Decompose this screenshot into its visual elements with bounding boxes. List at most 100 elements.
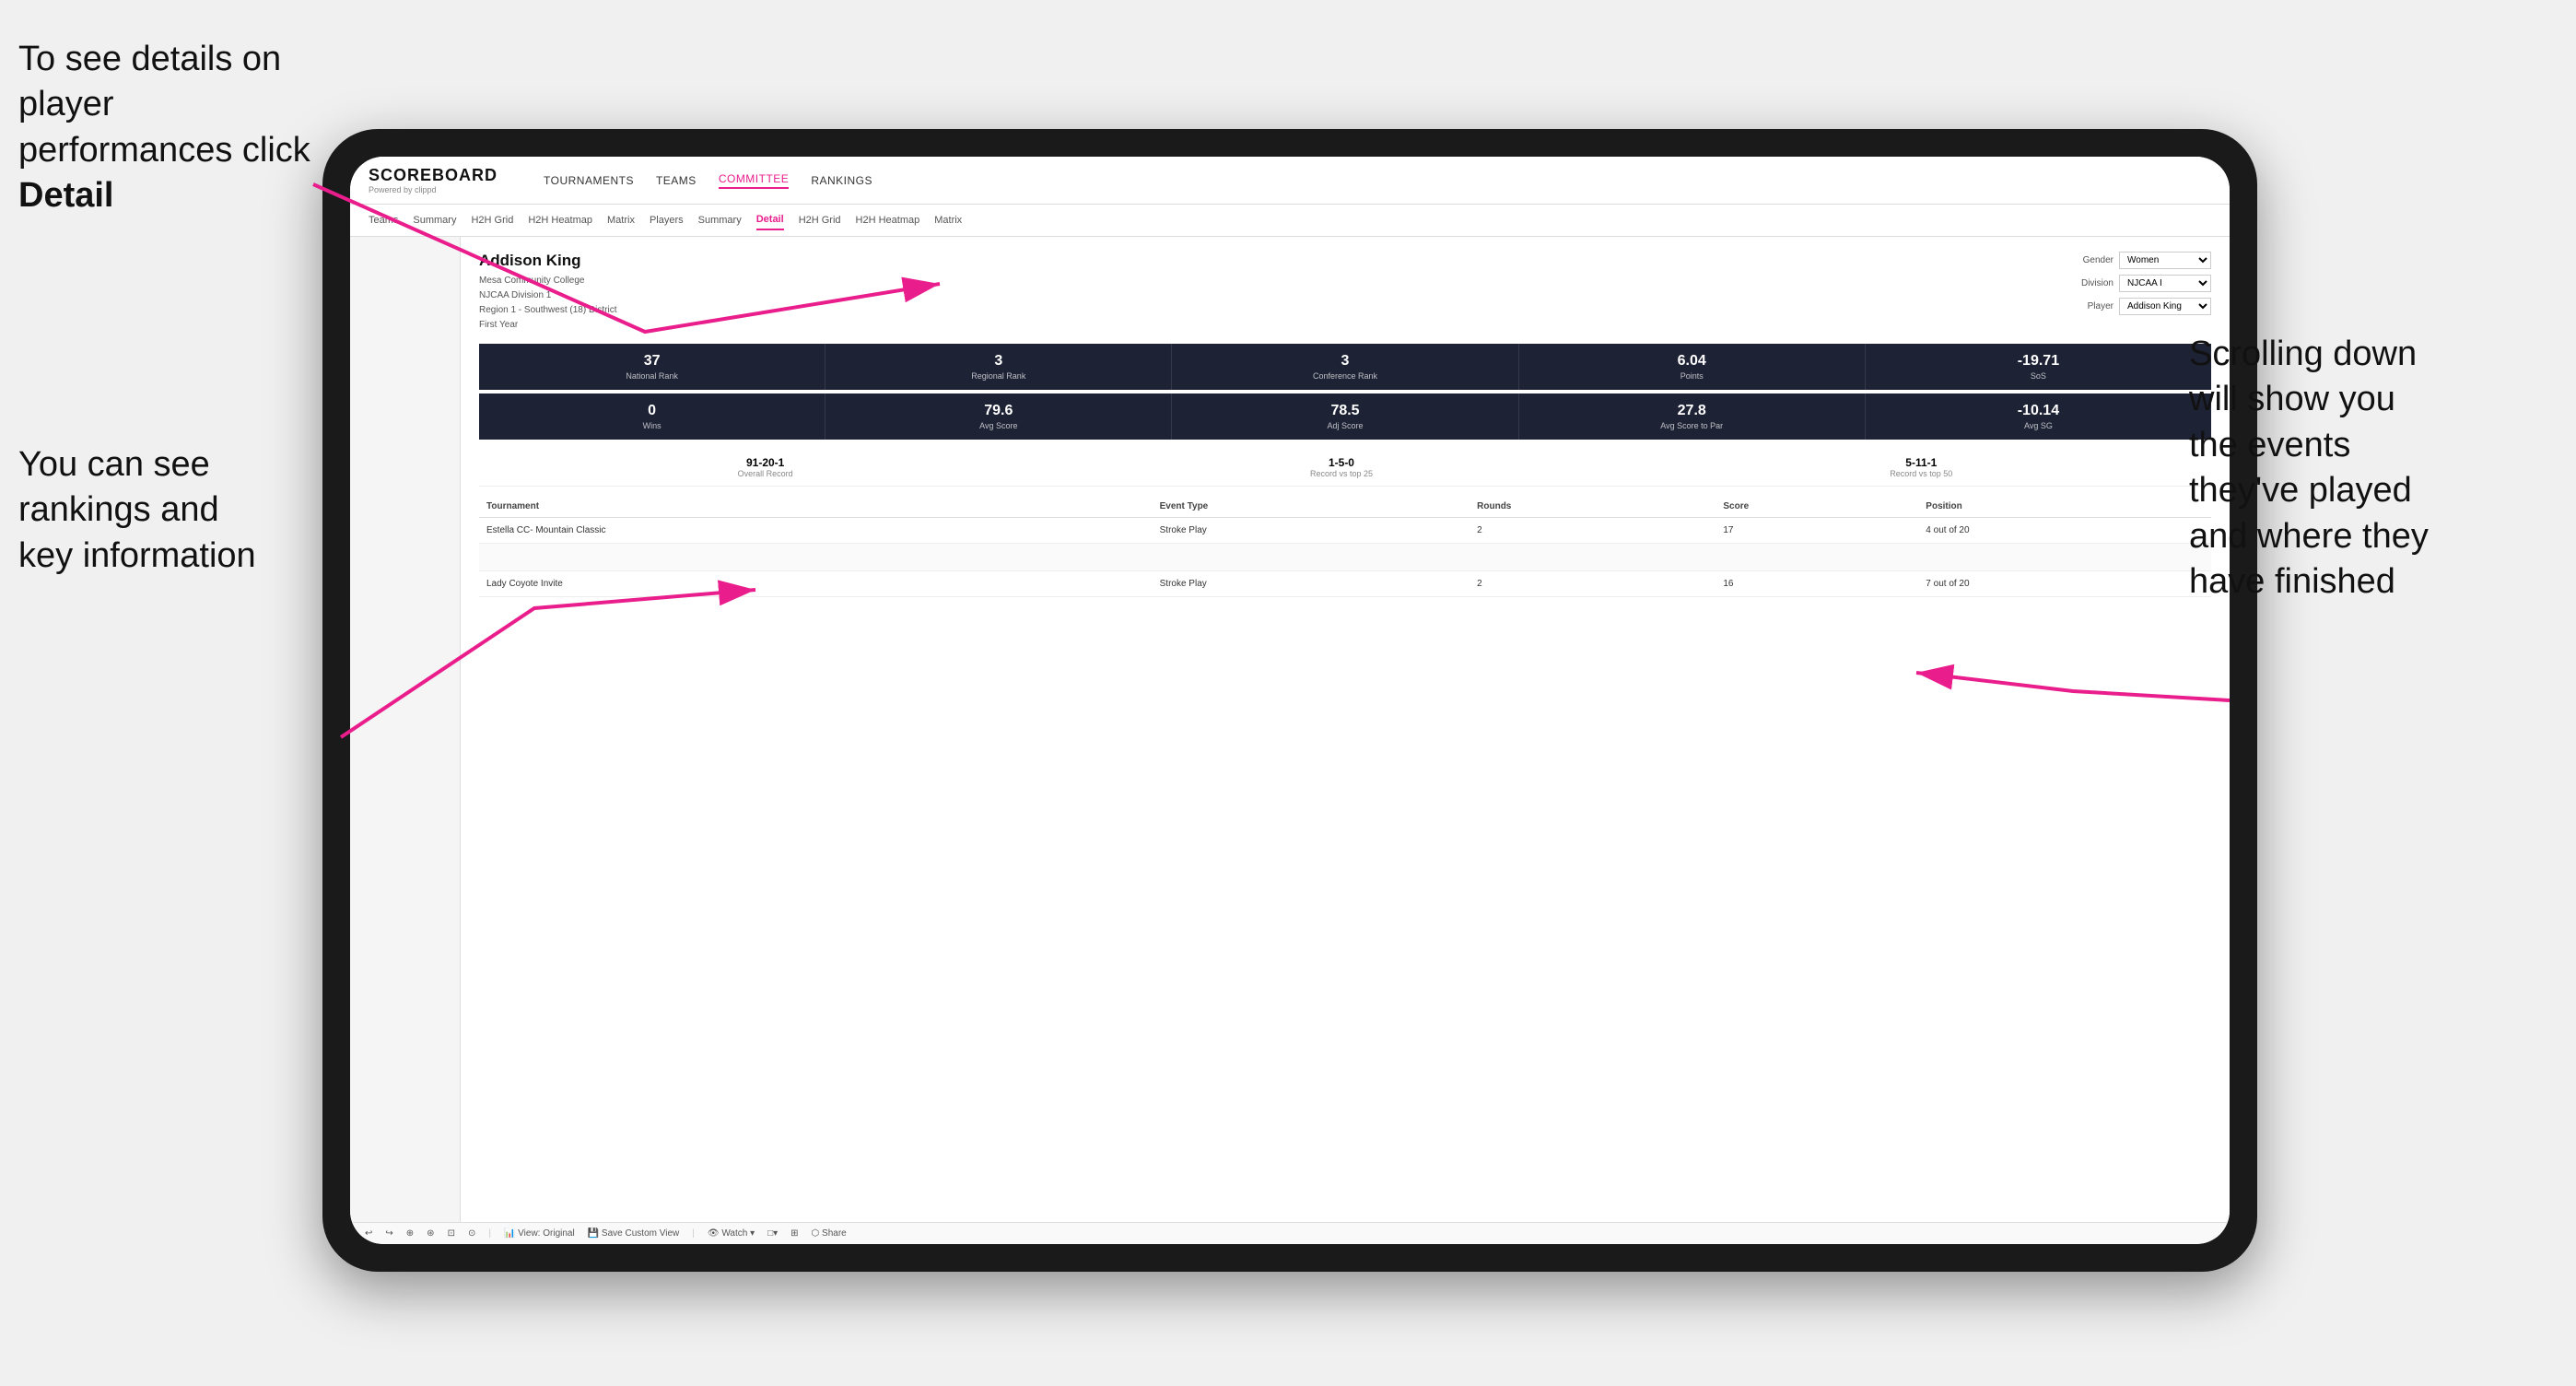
stats-row2: 0 Wins 79.6 Avg Score 78.5 Adj Score 2	[479, 393, 2211, 440]
wins-value: 0	[486, 403, 817, 419]
tab-matrix[interactable]: Matrix	[607, 211, 635, 229]
avg-score-to-par-value: 27.8	[1527, 403, 1857, 419]
logo-area: SCOREBOARD Powered by clippd	[369, 166, 498, 194]
overall-record-label: Overall Record	[738, 469, 793, 478]
col-position: Position	[1918, 496, 2211, 518]
stat-regional-rank: 3 Regional Rank	[825, 344, 1172, 390]
records-row: 91-20-1 Overall Record 1-5-0 Record vs t…	[479, 449, 2211, 487]
player-select[interactable]: Addison King	[2119, 298, 2211, 315]
stat-avg-score-to-par: 27.8 Avg Score to Par	[1519, 393, 1866, 440]
points-value: 6.04	[1527, 353, 1857, 370]
score: 17	[1715, 518, 1918, 544]
regional-rank-value: 3	[833, 353, 1164, 370]
col-score: Score	[1715, 496, 1918, 518]
conference-rank-value: 3	[1179, 353, 1510, 370]
toolbar-screen[interactable]: □▾	[767, 1228, 778, 1239]
toolbar-watch[interactable]: 👁 Watch ▾	[708, 1228, 755, 1239]
tab-h2h-heatmap[interactable]: H2H Heatmap	[528, 211, 592, 229]
tab-detail[interactable]: Detail	[756, 210, 784, 230]
main-content: Addison King Mesa Community College NJCA…	[350, 237, 2230, 1222]
event-type: Stroke Play	[1153, 518, 1470, 544]
tab-players[interactable]: Players	[650, 211, 684, 229]
annotation-right: Scrolling downwill show youthe eventsthe…	[2189, 332, 2558, 605]
top50-record-value: 5-11-1	[1890, 456, 1952, 469]
player-filter-label: Player	[2088, 301, 2113, 311]
toolbar-sep2: |	[692, 1228, 695, 1239]
player-school: Mesa Community College	[479, 274, 617, 288]
toolbar-layout[interactable]: ⊡	[448, 1228, 455, 1239]
table-row: Lady Coyote Invite Stroke Play 2 16 7 ou…	[479, 571, 2211, 597]
score: 16	[1715, 571, 1918, 597]
position: 7 out of 20	[1918, 571, 2211, 597]
toolbar-view-original[interactable]: 📊 View: Original	[504, 1228, 575, 1239]
avg-sg-value: -10.14	[1873, 403, 2204, 419]
rounds: 2	[1469, 518, 1715, 544]
national-rank-value: 37	[486, 353, 817, 370]
toolbar-undo[interactable]: ↩	[365, 1228, 372, 1239]
overall-record-value: 91-20-1	[738, 456, 793, 469]
division-select[interactable]: NJCAA I NJCAA II	[2119, 275, 2211, 292]
tournament-name: Estella CC- Mountain Classic	[479, 518, 1153, 544]
left-sidebar	[350, 237, 461, 1222]
stat-adj-score: 78.5 Adj Score	[1172, 393, 1518, 440]
tab-summary2[interactable]: Summary	[698, 211, 742, 229]
division-filter-row: Division NJCAA I NJCAA II	[2081, 275, 2211, 292]
tab-h2h-heatmap2[interactable]: H2H Heatmap	[856, 211, 920, 229]
adj-score-label: Adj Score	[1179, 421, 1510, 430]
stat-sos: -19.71 SoS	[1866, 344, 2211, 390]
stat-points: 6.04 Points	[1519, 344, 1866, 390]
top25-record: 1-5-0 Record vs top 25	[1310, 456, 1373, 478]
nav-committee[interactable]: COMMITTEE	[719, 172, 790, 189]
overall-record: 91-20-1 Overall Record	[738, 456, 793, 478]
top25-record-label: Record vs top 25	[1310, 469, 1373, 478]
player-filter-row: Player Addison King	[2088, 298, 2211, 315]
player-panel: Addison King Mesa Community College NJCA…	[461, 237, 2230, 1222]
gender-label: Gender	[2083, 255, 2113, 265]
top-nav: SCOREBOARD Powered by clippd TOURNAMENTS…	[350, 157, 2230, 205]
tab-matrix2[interactable]: Matrix	[934, 211, 962, 229]
avg-sg-label: Avg SG	[1873, 421, 2204, 430]
toolbar-redo[interactable]: ↪	[385, 1228, 392, 1239]
player-division: NJCAA Division 1	[479, 288, 617, 303]
sos-label: SoS	[1873, 371, 2204, 381]
table-row-empty	[479, 544, 2211, 571]
stat-conference-rank: 3 Conference Rank	[1172, 344, 1518, 390]
tab-summary[interactable]: Summary	[413, 211, 456, 229]
division-label: Division	[2081, 278, 2113, 288]
adj-score-value: 78.5	[1179, 403, 1510, 419]
tab-teams[interactable]: Teams	[369, 211, 398, 229]
col-tournament: Tournament	[479, 496, 1153, 518]
sos-value: -19.71	[1873, 353, 2204, 370]
annotation-top-left: To see details on player performances cl…	[18, 37, 332, 219]
player-filters: Gender Women Men Division NJCAA I	[2081, 252, 2211, 333]
nav-teams[interactable]: TEAMS	[656, 174, 697, 187]
annotation-bottom-left: You can seerankings andkey information	[18, 442, 350, 579]
toolbar-settings[interactable]: ⊛	[427, 1228, 434, 1239]
avg-score-to-par-label: Avg Score to Par	[1527, 421, 1857, 430]
bottom-toolbar: ↩ ↪ ⊕ ⊛ ⊡ ⊙ | 📊 View: Original 💾 Save Cu…	[350, 1222, 2230, 1244]
toolbar-share[interactable]: ⬡ Share	[812, 1228, 847, 1239]
tab-h2h-grid[interactable]: H2H Grid	[471, 211, 513, 229]
app-container: SCOREBOARD Powered by clippd TOURNAMENTS…	[350, 157, 2230, 1244]
logo-sub: Powered by clippd	[369, 185, 498, 194]
gender-select[interactable]: Women Men	[2119, 252, 2211, 269]
col-rounds: Rounds	[1469, 496, 1715, 518]
national-rank-label: National Rank	[486, 371, 817, 381]
nav-tournaments[interactable]: TOURNAMENTS	[544, 174, 634, 187]
tab-h2h-grid2[interactable]: H2H Grid	[799, 211, 841, 229]
toolbar-save-custom[interactable]: 💾 Save Custom View	[588, 1228, 680, 1239]
avg-score-value: 79.6	[833, 403, 1164, 419]
toolbar-time[interactable]: ⊙	[468, 1228, 475, 1239]
points-label: Points	[1527, 371, 1857, 381]
wins-label: Wins	[486, 421, 817, 430]
toolbar-grid[interactable]: ⊞	[790, 1228, 798, 1239]
event-type: Stroke Play	[1153, 571, 1470, 597]
nav-rankings[interactable]: RANKINGS	[811, 174, 872, 187]
nav-items: TOURNAMENTS TEAMS COMMITTEE RANKINGS	[544, 172, 872, 189]
stat-avg-sg: -10.14 Avg SG	[1866, 393, 2211, 440]
stat-wins: 0 Wins	[479, 393, 825, 440]
toolbar-add[interactable]: ⊕	[406, 1228, 414, 1239]
top50-record: 5-11-1 Record vs top 50	[1890, 456, 1952, 478]
gender-filter-row: Gender Women Men	[2083, 252, 2211, 269]
player-region: Region 1 - Southwest (18) District	[479, 303, 617, 318]
